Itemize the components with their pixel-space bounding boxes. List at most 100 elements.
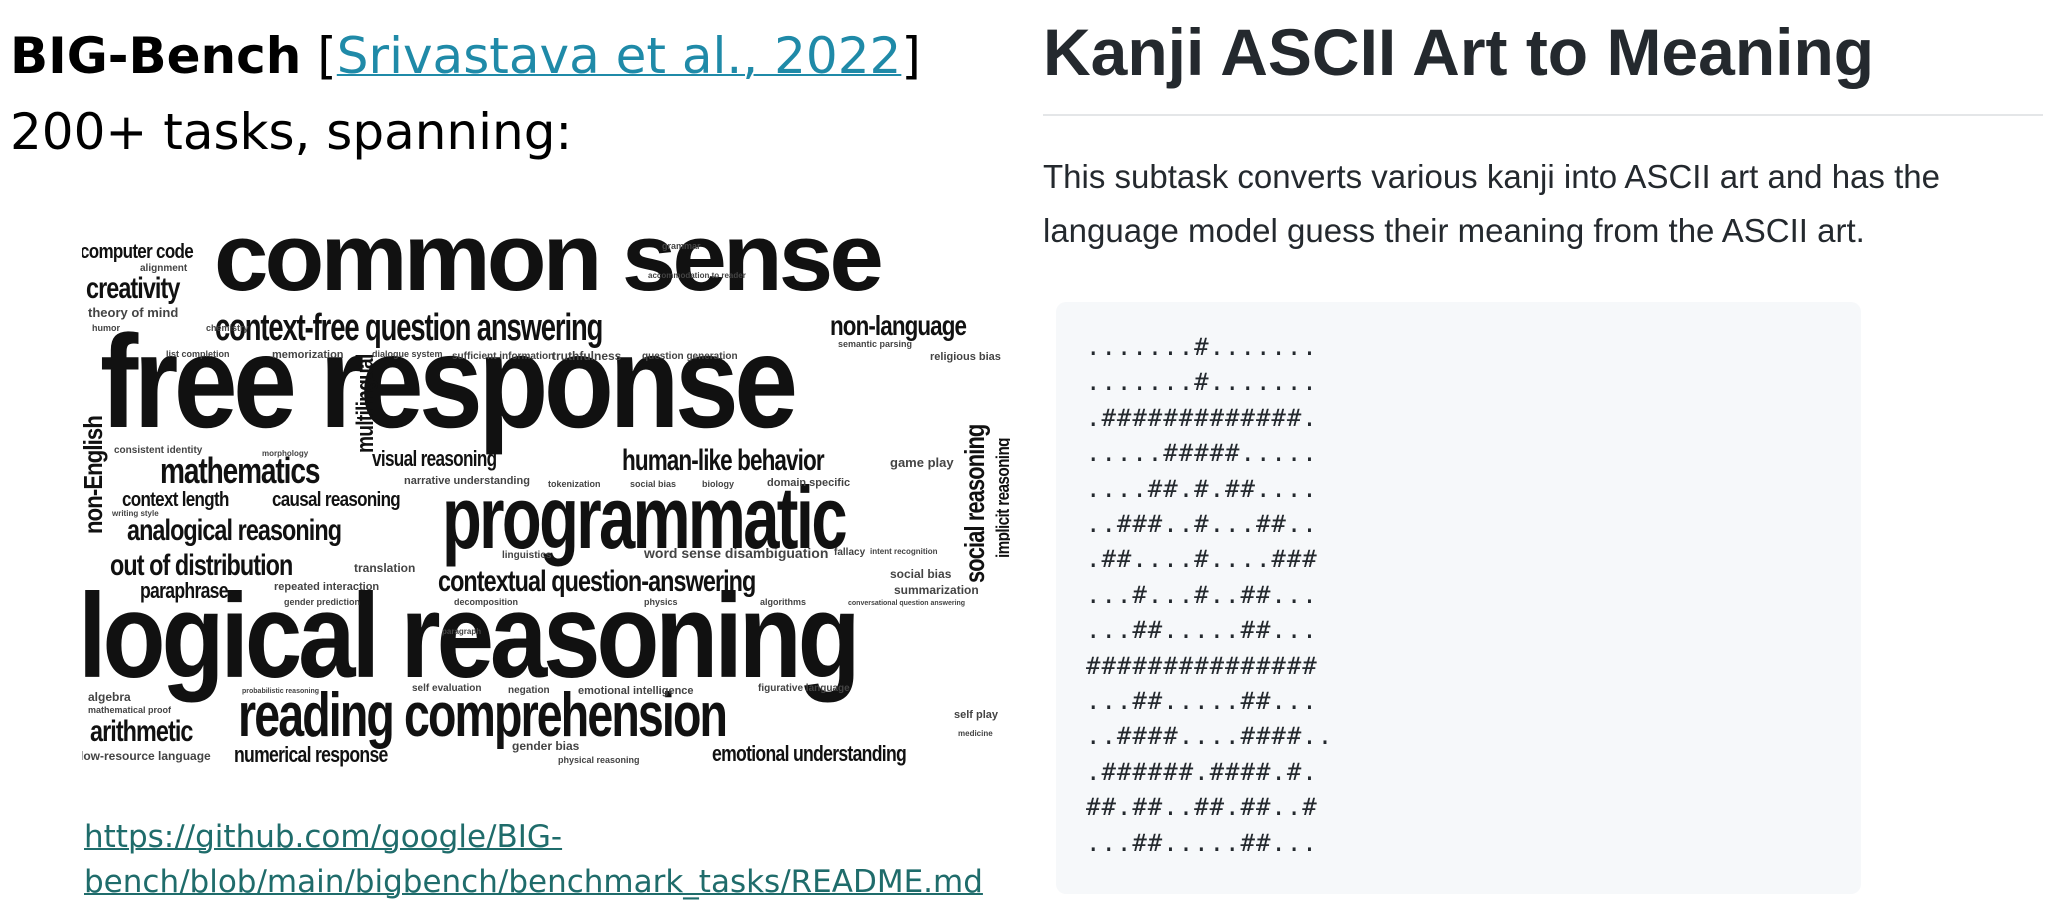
word-physics: physics: [644, 597, 678, 607]
word-linguistics: linguistics: [502, 550, 552, 561]
word-truthfulness: truthfulness: [552, 349, 622, 363]
readme-link-line-2[interactable]: bench/blob/main/bigbench/benchmark_tasks…: [84, 860, 983, 905]
word-repeated-interaction: repeated interaction: [274, 581, 380, 593]
word-summarization: summarization: [894, 583, 979, 597]
word-list-completion: list completion: [166, 349, 230, 359]
word-paragraph: paragraph: [442, 627, 482, 636]
word-decomposition: decomposition: [454, 597, 519, 607]
word-sufficient-information: sufficient information: [452, 351, 555, 362]
word-numerical-response: numerical response: [234, 742, 388, 767]
word-intent-recognition: intent recognition: [870, 547, 938, 556]
word-arithmetic: arithmetic: [90, 715, 193, 748]
word-conversational-qa: conversational question answering: [848, 600, 966, 607]
word-causal-reasoning: causal reasoning: [272, 489, 401, 511]
word-mathematical-proof: mathematical proof: [88, 705, 172, 715]
word-morphology: morphology: [262, 449, 309, 458]
ascii-line: .......#.......: [1086, 368, 1318, 397]
word-emotional-intelligence: emotional intelligence: [578, 685, 694, 697]
word-alignment: alignment: [140, 263, 188, 274]
word-grammar: grammar: [662, 241, 701, 251]
task-title: Kanji ASCII Art to Meaning: [1043, 15, 1875, 89]
word-algorithms: algorithms: [760, 597, 807, 607]
word-memorization: memorization: [272, 349, 344, 361]
word-humor: humor: [92, 323, 120, 333]
word-physical-reasoning: physical reasoning: [558, 755, 640, 765]
bracket-close: ]: [901, 27, 921, 85]
word-non-english: non-English: [82, 416, 108, 534]
word-self-evaluation: self evaluation: [412, 683, 482, 694]
word-human-like-behavior: human-like behavior: [622, 444, 825, 477]
word-question-generation: question generation: [642, 351, 738, 362]
word-implicit-reasoning: implicit reasoning: [993, 438, 1010, 558]
ascii-line: .......#.......: [1086, 333, 1318, 361]
ascii-line: .#############.: [1086, 403, 1318, 432]
word-word-sense-disambiguation: word sense disambiguation: [644, 545, 829, 561]
word-biology: biology: [702, 479, 734, 489]
readme-link-line-1[interactable]: https://github.com/google/BIG-: [84, 815, 983, 860]
ascii-line: .....#####.....: [1086, 439, 1318, 468]
word-self-play: self play: [954, 709, 999, 721]
word-non-language: non-language: [830, 310, 967, 341]
word-social-reasoning: social reasoning: [959, 424, 990, 583]
word-writing-style: writing style: [112, 509, 159, 518]
word-religious-bias: religious bias: [930, 351, 1001, 363]
word-common-sense: common sense: [214, 228, 884, 311]
citation-link[interactable]: Srivastava et al., 2022: [337, 27, 902, 85]
ascii-line: ...#...#..##...: [1086, 580, 1318, 609]
benchmark-name: BIG-Bench: [10, 27, 302, 85]
word-analogical-reasoning: analogical reasoning: [127, 514, 342, 547]
ascii-line: ###############: [1086, 651, 1318, 680]
bracket-open: [: [317, 27, 337, 85]
ascii-line: ...##.....##...: [1086, 687, 1318, 716]
word-accommodation: accommodation to reader: [648, 271, 746, 280]
word-gender-prediction: gender prediction: [284, 597, 361, 607]
word-consistent-identity: consistent identity: [114, 445, 203, 456]
word-narrative-understanding: narrative understanding: [404, 475, 530, 487]
word-tokenization: tokenization: [548, 479, 601, 489]
word-multilingual: multilingual: [352, 354, 379, 453]
word-domain-specific: domain specific: [767, 477, 851, 489]
word-chemistry: chemistry: [206, 323, 249, 333]
ascii-line: ..###..#...##..: [1086, 510, 1318, 539]
ascii-line: ##.##..##.##..#: [1086, 793, 1318, 822]
word-game-play: game play: [890, 455, 954, 470]
ascii-line: ...##.....##...: [1086, 828, 1318, 857]
ascii-art-code-block: .......#....... .......#....... .#######…: [1056, 302, 1861, 894]
word-social-bias-small: social bias: [630, 479, 677, 489]
word-gender-bias: gender bias: [512, 739, 580, 753]
word-computer-code: computer code: [82, 241, 194, 263]
word-dialogue-system: dialogue system: [372, 349, 443, 359]
word-low-resource-language: low-resource language: [82, 749, 211, 763]
task-word-cloud: common sense free response programmatic …: [82, 228, 1010, 770]
word-creativity: creativity: [86, 272, 180, 305]
word-mathematics: mathematics: [160, 450, 320, 491]
word-fallacy: fallacy: [834, 547, 866, 558]
word-emotional-understanding: emotional understanding: [712, 741, 907, 766]
word-probabilistic-reasoning: probabilistic reasoning: [242, 688, 320, 695]
word-translation: translation: [354, 561, 416, 575]
ascii-line: ....##.#.##....: [1086, 474, 1318, 503]
word-semantic-parsing: semantic parsing: [838, 339, 913, 349]
word-context-free-qa: context-free question answering: [215, 307, 603, 349]
title-divider: [1043, 114, 2043, 116]
word-paraphrase: paraphrase: [140, 578, 229, 603]
word-context-length: context length: [122, 489, 229, 511]
ascii-line: ...##.....##...: [1086, 616, 1318, 645]
ascii-line: .##....#....###: [1086, 545, 1318, 574]
word-algebra: algebra: [88, 690, 131, 704]
readme-link[interactable]: https://github.com/google/BIG- bench/blo…: [84, 815, 983, 905]
word-medicine: medicine: [958, 729, 993, 738]
ascii-line: .######.####.#.: [1086, 757, 1318, 786]
word-social-bias: social bias: [890, 567, 952, 581]
word-out-of-distribution: out of distribution: [110, 549, 293, 582]
slide-title-block: BIG-Bench [Srivastava et al., 2022] 200+…: [10, 18, 921, 170]
word-contextual-qa: contextual question-answering: [438, 565, 756, 598]
slide-subtitle: 200+ tasks, spanning:: [10, 103, 573, 161]
ascii-line: ..####....####..: [1086, 722, 1334, 751]
slide-title-line: BIG-Bench [Srivastava et al., 2022]: [10, 18, 921, 94]
word-visual-reasoning: visual reasoning: [372, 446, 497, 471]
word-negation: negation: [508, 685, 550, 696]
word-theory-of-mind: theory of mind: [88, 305, 179, 320]
task-description: This subtask converts various kanji into…: [1043, 158, 1940, 249]
word-figurative-language: figurative language: [758, 683, 850, 694]
